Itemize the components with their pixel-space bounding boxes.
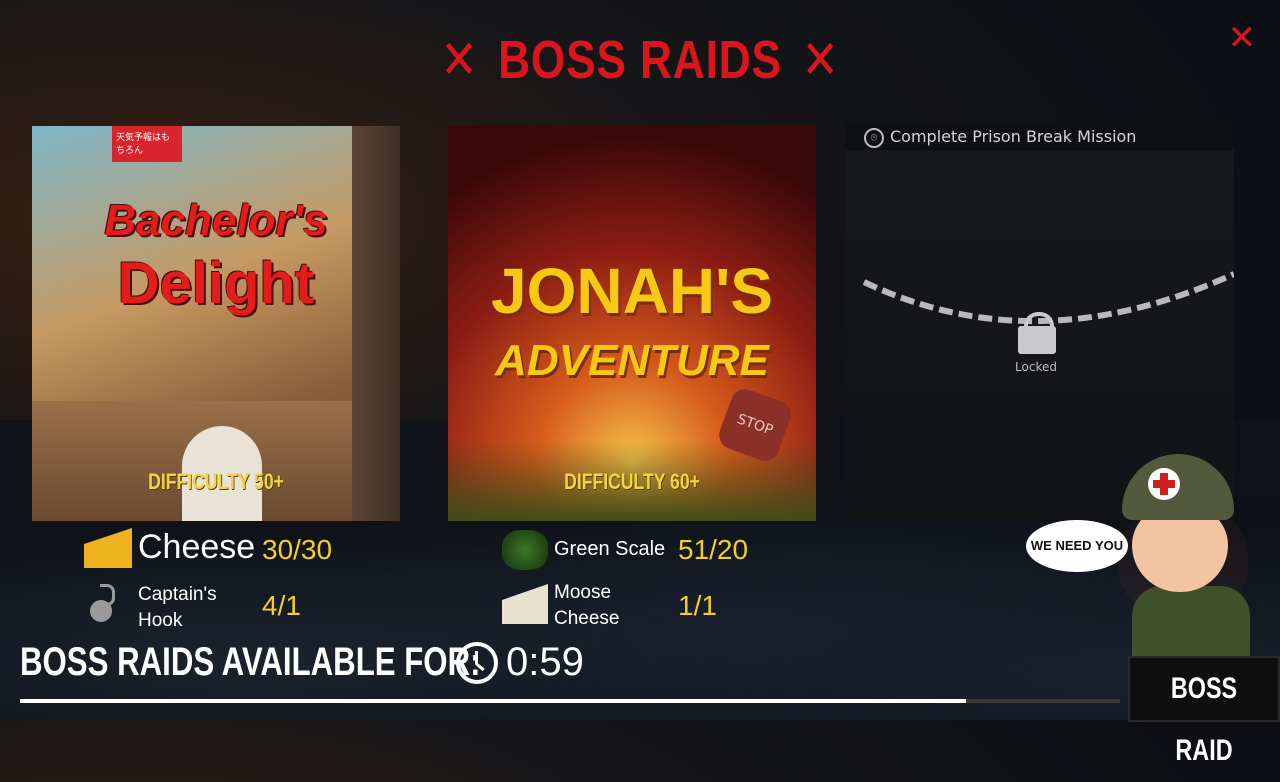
resource-name: Captain's Hook [138,584,217,631]
resource-value: 51/20 [678,534,749,565]
raid-difficulty: DIFFICULTY 50+ [148,469,284,494]
sign-decor: 天気予報はもちろん [112,126,182,162]
resource-value: 4/1 [262,590,301,621]
resource-green-scale: Green Scale [554,538,665,561]
resource-cheese: Cheese [138,528,255,567]
resource-value: 30/30 [262,534,333,565]
padlock-icon [1018,326,1056,354]
speech-bubble: WE NEED YOU [1026,520,1128,572]
raid-title-line2: Delight [117,251,315,316]
countdown-timer: 0:59 [506,640,584,684]
locked-label: Locked [1015,360,1057,374]
title-cross-right-icon: ✕ [801,30,840,90]
close-button[interactable]: ✕ [1228,18,1257,58]
page-title: ✕ BOSS RAIDS ✕ [440,30,840,90]
resource-moose-cheese: Moose Cheese [554,580,634,632]
mast-decor [352,126,400,521]
resource-name: Cheese [138,528,256,566]
raid-card-bachelors-delight[interactable]: 天気予報はもちろん Bachelor's Delight DIFFICULTY … [32,126,400,521]
time-progress-fill [20,699,966,703]
resource-captains-hook: Captain's Hook [138,582,248,634]
raid-title-line2: ADVENTURE [495,336,769,385]
time-progress-track [20,699,1120,703]
boss-raid-button[interactable]: BOSS RAID [1128,656,1280,767]
raid-card-jonahs-adventure[interactable]: STOP JONAH'S ADVENTURE DIFFICULTY 60+ [448,126,816,521]
clock-icon [456,642,498,684]
raid-title-line1: JONAH'S [491,255,773,327]
title-cross-left-icon: ✕ [440,30,479,90]
raid-difficulty: DIFFICULTY 60+ [564,469,700,494]
resource-name: Green Scale [554,538,666,560]
resource-value: 1/1 [678,590,717,621]
resource-name: Moose Cheese [554,582,620,629]
mascot-body [1132,586,1250,656]
raid-title-line1: Bachelor's [104,196,328,245]
green-scale-icon [502,530,548,570]
medic-cross-icon [1148,468,1180,500]
hook-icon [90,584,118,624]
availability-label: BOSS RAIDS AVAILABLE FOR: [20,640,481,684]
